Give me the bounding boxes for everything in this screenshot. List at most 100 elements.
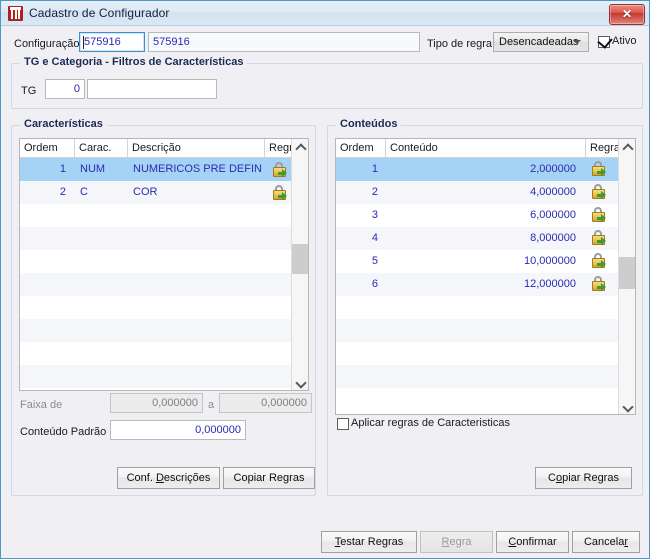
window-title: Cadastro de Configurador: [29, 6, 170, 20]
lock-arrow-icon[interactable]: [591, 207, 606, 222]
cell-conteudo: 2,000000: [530, 163, 576, 175]
conteudo-padrao-label: Conteúdo Padrão: [20, 426, 107, 438]
table-row-empty[interactable]: [20, 296, 308, 319]
cell-descricao: COR: [133, 186, 158, 198]
tg-code-input[interactable]: 0: [45, 79, 85, 99]
caracteristicas-vertical-scrollbar[interactable]: [291, 139, 308, 390]
faixa-de-label: Faixa de: [20, 399, 63, 411]
conteudos-grid[interactable]: Ordem Conteúdo Regra 1 2,000000 2 4,000000 3…: [335, 138, 636, 415]
col-header-ordem[interactable]: Ordem: [20, 139, 75, 157]
caracteristicas-grid-header: Ordem Carac. Descrição Regra: [20, 139, 308, 158]
close-icon: ✕: [621, 7, 633, 21]
table-row-empty[interactable]: [336, 296, 635, 319]
lock-arrow-icon[interactable]: [591, 184, 606, 199]
app-logo-icon: [8, 6, 23, 21]
regra-button: Regra: [420, 531, 493, 553]
cell-carac: NUM: [80, 163, 106, 175]
lock-arrow-icon[interactable]: [272, 185, 287, 200]
lock-arrow-icon[interactable]: [591, 161, 606, 176]
configuracao-description-input[interactable]: 575916: [148, 32, 420, 52]
confirmar-button[interactable]: Confirmar: [496, 531, 569, 553]
table-row[interactable]: 1 2,000000: [336, 158, 635, 181]
cell-conteudo: 6,000000: [530, 209, 576, 221]
cancelar-button[interactable]: Cancelar: [572, 531, 640, 553]
conteudos-group-title: Conteúdos: [336, 118, 402, 130]
caracteristicas-groupbox: Características Ordem Carac. Descrição R…: [11, 118, 316, 496]
cell-ordem: 6: [371, 278, 378, 290]
cell-conteudo: 8,000000: [530, 232, 576, 244]
table-row-empty[interactable]: [336, 365, 635, 388]
scroll-up-icon[interactable]: [619, 139, 635, 156]
tg-description-input[interactable]: [87, 79, 217, 99]
faixa-ate-input: 0,000000: [219, 393, 312, 413]
cell-ordem: 4: [371, 232, 378, 244]
col-header-conteudo[interactable]: Conteúdo: [386, 139, 586, 157]
tipo-regra-select[interactable]: Desencadeadas: [493, 32, 589, 52]
caracteristicas-copiar-regras-button[interactable]: Copiar Regras: [223, 467, 315, 489]
table-row-empty[interactable]: [20, 342, 308, 365]
cell-ordem: 3: [371, 209, 378, 221]
ativo-label: Ativo: [612, 35, 637, 47]
scroll-thumb[interactable]: [292, 244, 308, 274]
col-header-carac[interactable]: Carac.: [75, 139, 128, 157]
table-row[interactable]: 2 4,000000: [336, 181, 635, 204]
configuracao-code-input[interactable]: 575916: [79, 32, 145, 52]
dialog-window: Cadastro de Configurador ✕ Configuração …: [0, 0, 650, 559]
lock-arrow-icon[interactable]: [591, 276, 606, 291]
faixa-de-input: 0,000000: [110, 393, 203, 413]
close-button[interactable]: ✕: [609, 4, 645, 25]
table-row[interactable]: 4 8,000000: [336, 227, 635, 250]
table-row[interactable]: 2 C COR: [20, 181, 308, 204]
table-row[interactable]: 3 6,000000: [336, 204, 635, 227]
configuracao-label: Configuração: [14, 38, 80, 50]
conteudos-groupbox: Conteúdos Ordem Conteúdo Regra 1 2,000000…: [327, 118, 643, 496]
chevron-down-icon: [573, 38, 582, 47]
table-row-empty[interactable]: [336, 342, 635, 365]
lock-arrow-icon[interactable]: [591, 230, 606, 245]
conteudos-grid-header: Ordem Conteúdo Regra: [336, 139, 635, 158]
col-header-descricao[interactable]: Descrição: [128, 139, 265, 157]
table-row-empty[interactable]: [20, 250, 308, 273]
tg-label: TG: [21, 85, 37, 97]
table-row-empty[interactable]: [20, 273, 308, 296]
table-row[interactable]: 5 10,000000: [336, 250, 635, 273]
conteudos-copiar-regras-button[interactable]: Copiar Regras: [535, 467, 632, 489]
cell-ordem: 1: [371, 163, 378, 175]
scroll-thumb[interactable]: [619, 257, 635, 289]
faixa-a-label: a: [208, 399, 215, 411]
caracteristicas-grid-body: 1 NUM NUMERICOS PRE DEFINI 2 C COR: [20, 158, 308, 388]
conteudo-padrao-input[interactable]: 0,000000: [110, 420, 246, 440]
conf-descricoes-button[interactable]: Conf. Descrições: [117, 467, 220, 489]
lock-arrow-icon[interactable]: [272, 162, 287, 177]
table-row[interactable]: 1 NUM NUMERICOS PRE DEFINI: [20, 158, 308, 181]
cell-carac: C: [80, 186, 88, 198]
caracteristicas-grid[interactable]: Ordem Carac. Descrição Regra 1 NUM NUMERIC…: [19, 138, 309, 391]
table-row-empty[interactable]: [336, 388, 635, 411]
scroll-down-icon[interactable]: [619, 399, 635, 414]
title-bar: Cadastro de Configurador ✕: [1, 1, 649, 26]
table-row-empty[interactable]: [20, 319, 308, 342]
lock-arrow-icon[interactable]: [591, 253, 606, 268]
scroll-down-icon[interactable]: [292, 375, 308, 390]
tipo-regra-label: Tipo de regra: [427, 38, 493, 50]
cell-ordem: 2: [371, 186, 378, 198]
table-row-empty[interactable]: [20, 227, 308, 250]
cell-ordem: 2: [59, 186, 66, 198]
table-row[interactable]: 6 12,000000: [336, 273, 635, 296]
filtros-groupbox: TG e Categoria - Filtros de Característi…: [11, 56, 643, 109]
table-row-empty[interactable]: [336, 319, 635, 342]
cell-conteudo: 12,000000: [524, 278, 576, 290]
scroll-up-icon[interactable]: [292, 139, 308, 156]
testar-regras-button[interactable]: Testar Regras: [321, 531, 417, 553]
conteudos-vertical-scrollbar[interactable]: [618, 139, 635, 414]
aplicar-regras-label: Aplicar regras de Caracteristicas: [351, 417, 510, 429]
cell-descricao: NUMERICOS PRE DEFINI: [133, 163, 263, 175]
table-row-empty[interactable]: [20, 365, 308, 388]
caracteristicas-group-title: Características: [20, 118, 107, 130]
cell-ordem: 1: [59, 163, 66, 175]
table-row-empty[interactable]: [20, 204, 308, 227]
conteudos-grid-body: 1 2,000000 2 4,000000 3 6,000000 4 8,000000 5 10,…: [336, 158, 635, 411]
col-header-ordem[interactable]: Ordem: [336, 139, 386, 157]
text-caret: [83, 36, 84, 49]
cell-ordem: 5: [371, 255, 378, 267]
